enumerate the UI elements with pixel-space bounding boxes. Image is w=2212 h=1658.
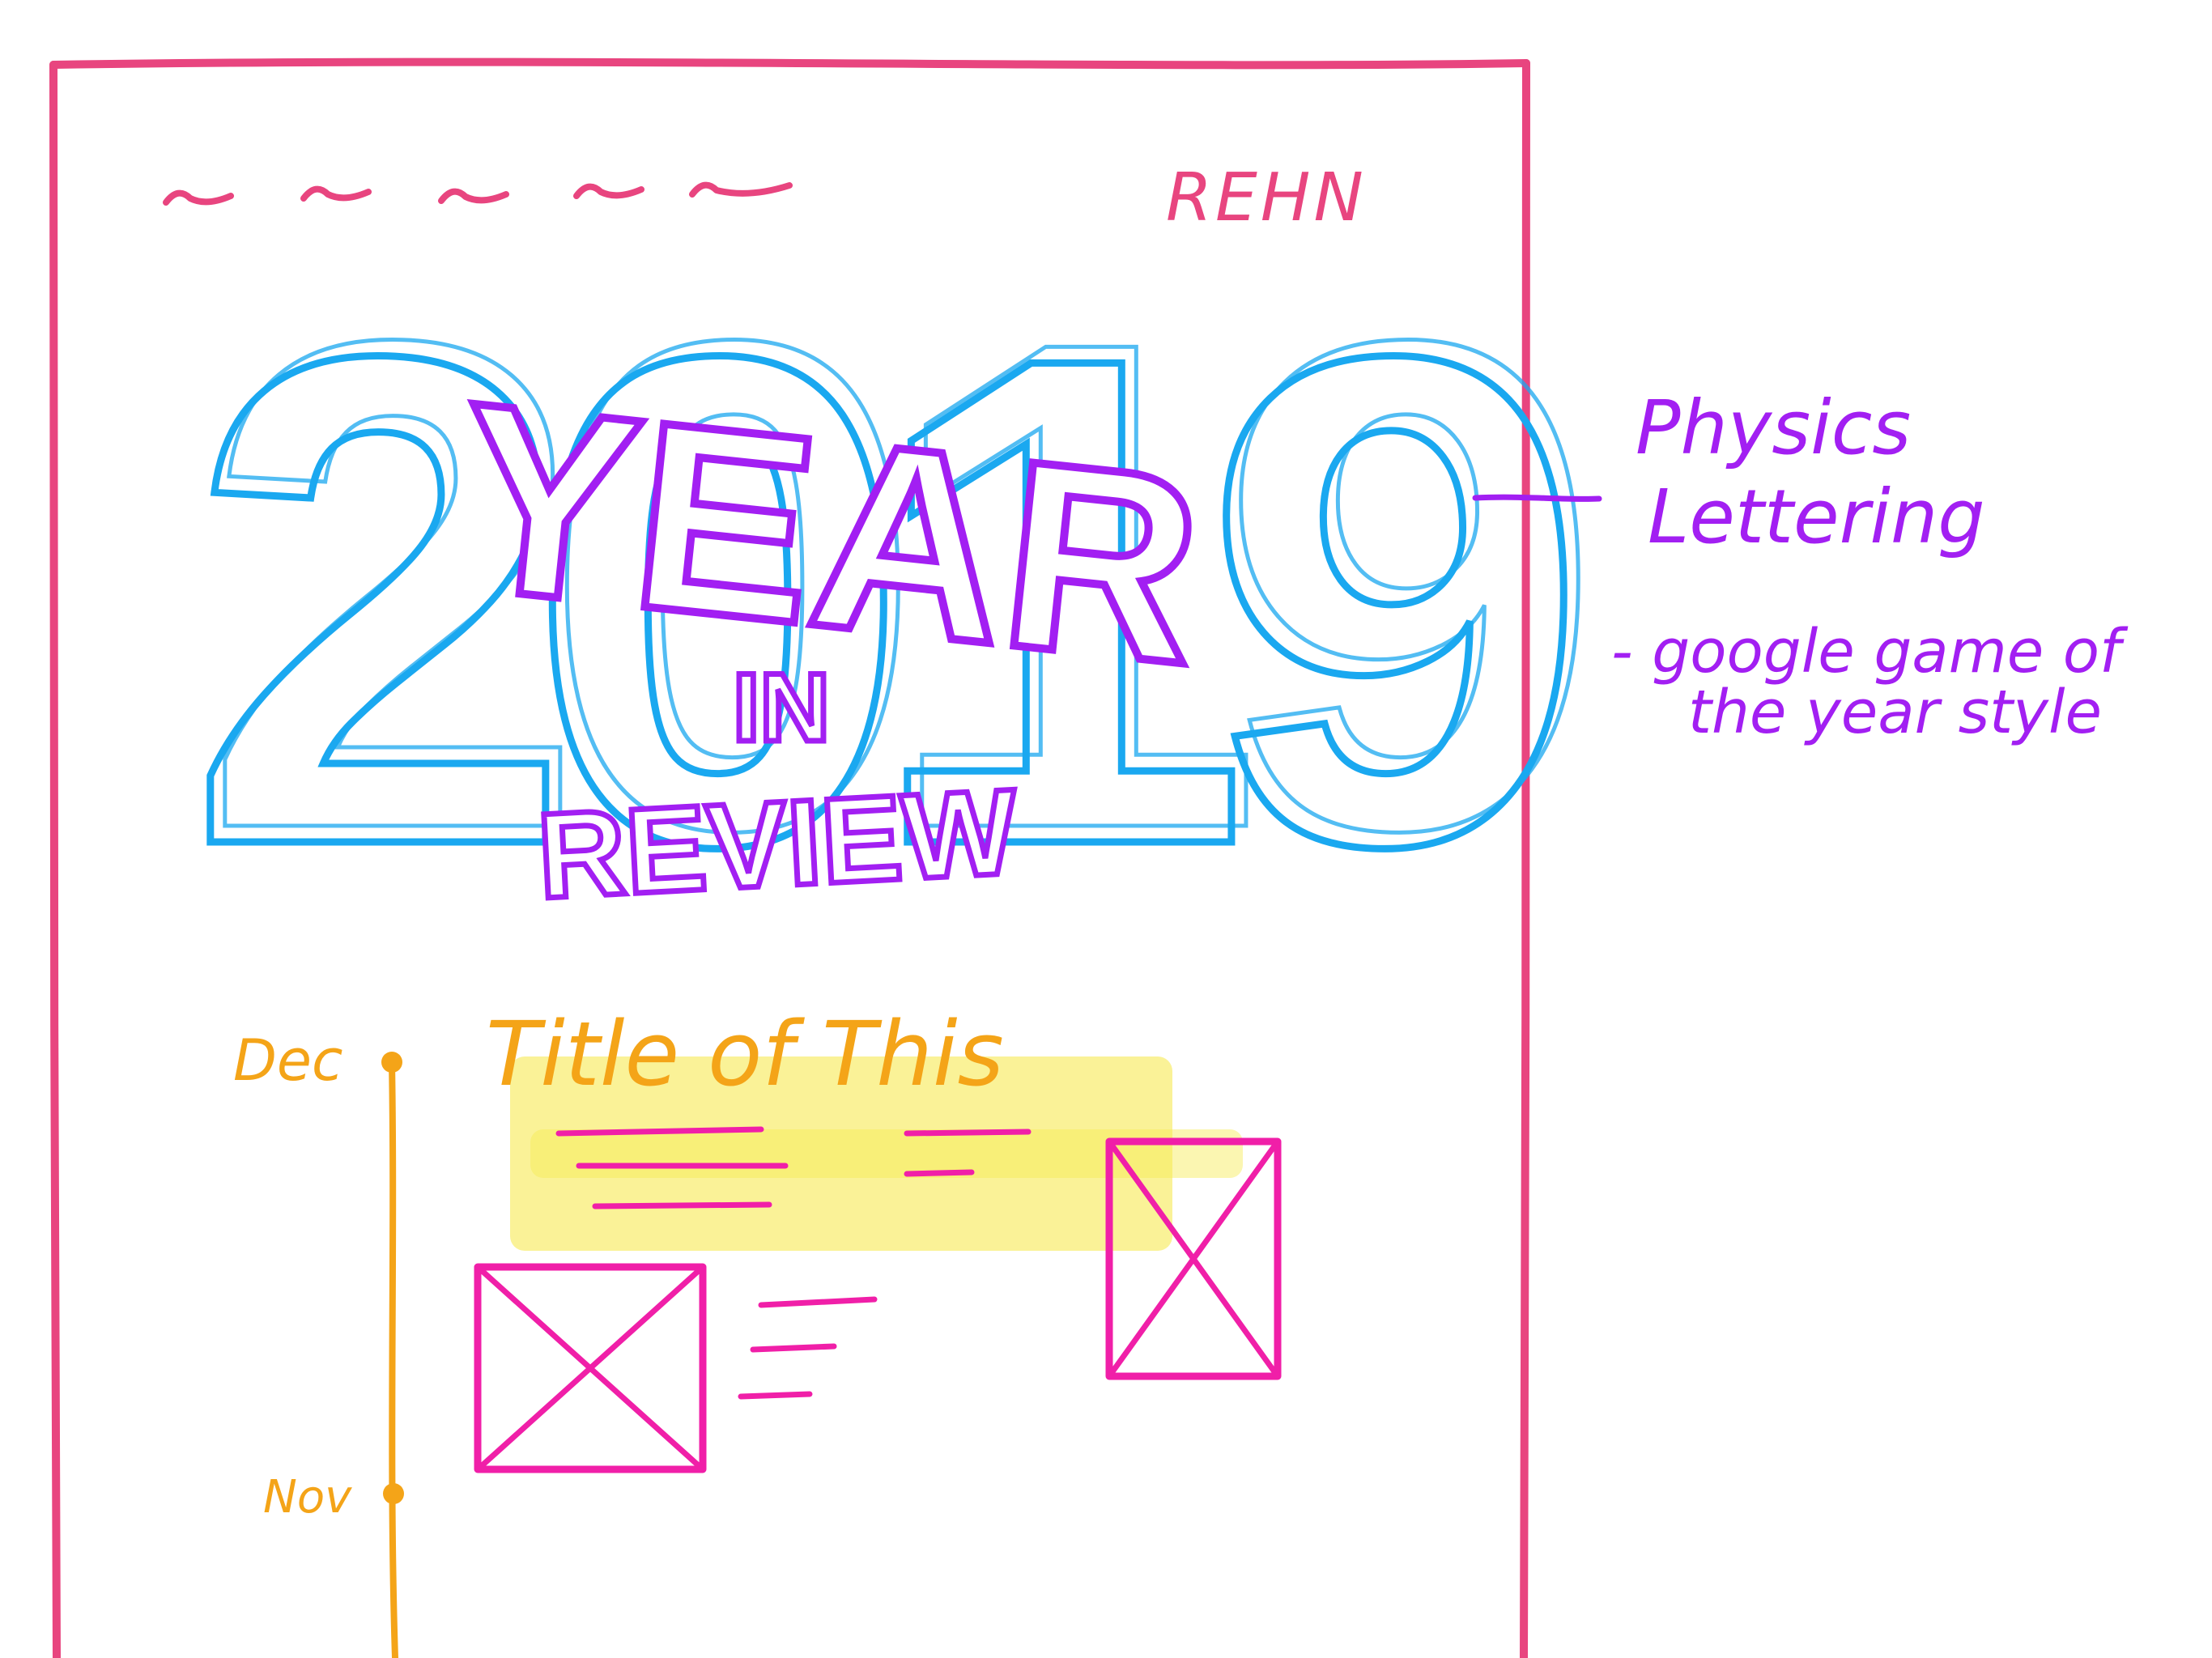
annotation-title-line1: Physics [1636, 385, 1911, 471]
entry-title[interactable]: Title of This [486, 1002, 1004, 1106]
timeline-month-nov[interactable]: Nov [263, 1471, 352, 1524]
sketch-canvas: REHN 2019 2019 YEAR IN REVIEW Physics Le… [49, 57, 2129, 1658]
timeline: Dec Nov [233, 1027, 404, 1658]
timeline-month-dec[interactable]: Dec [233, 1027, 342, 1094]
nav-item-squiggle[interactable] [573, 183, 644, 199]
timeline-line [389, 1059, 398, 1658]
entry-text-line [592, 1201, 772, 1209]
entry-text-line [555, 1126, 764, 1137]
nav-item-squiggle[interactable] [689, 181, 793, 198]
hero-word-review: REVIEW [534, 763, 1020, 925]
entry-text-line [904, 1129, 1032, 1137]
annotation: Physics Lettering - google game of the y… [1472, 385, 2129, 747]
entry-highlight-stroke [530, 1129, 1243, 1178]
image-placeholder-icon[interactable] [474, 1263, 707, 1473]
annotation-note-line2: the year style [1688, 678, 2102, 747]
annotation-note-line1: - google game of [1611, 617, 2129, 687]
timeline-dot-dec[interactable] [381, 1052, 402, 1073]
image-caption-lines [738, 1296, 878, 1400]
entry-text-line [904, 1169, 975, 1177]
timeline-dot-nov[interactable] [383, 1483, 404, 1504]
annotation-pointer-line [1472, 494, 1602, 502]
timeline-entry[interactable]: Title of This [486, 1002, 1243, 1251]
hero-word-in: IN [733, 653, 830, 762]
annotation-title-line2: Lettering [1648, 474, 1985, 560]
